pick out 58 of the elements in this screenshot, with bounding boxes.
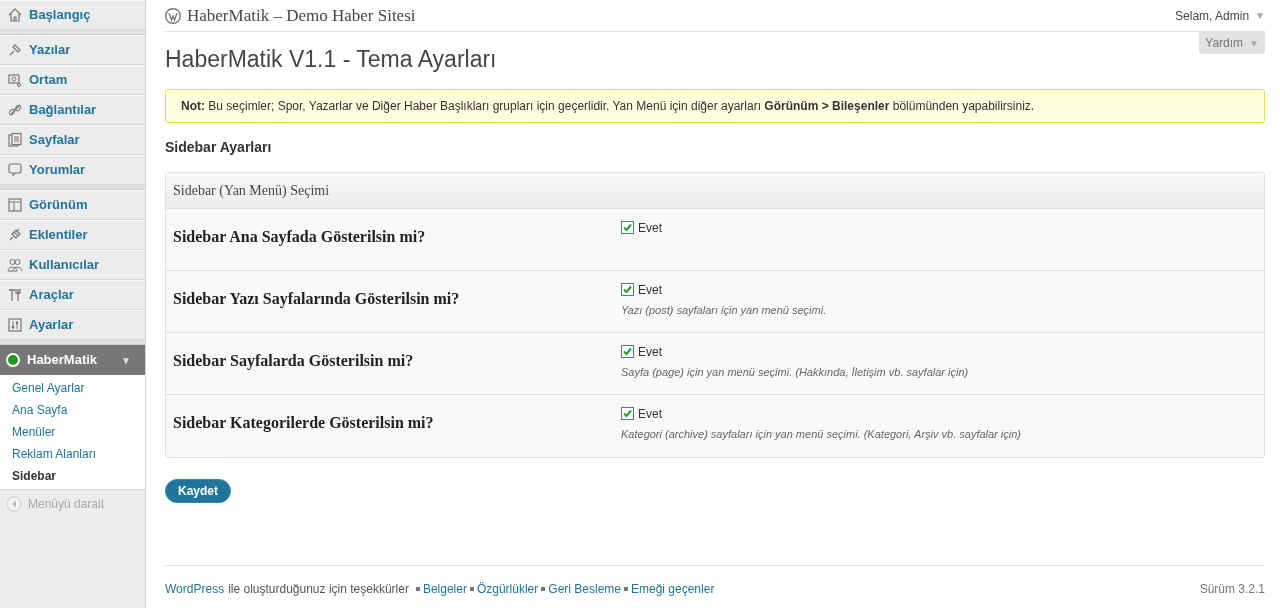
checkbox[interactable] <box>621 221 634 234</box>
site-title[interactable]: HaberMatik – Demo Haber Sitesi <box>187 2 416 29</box>
checkbox-option[interactable]: Evet <box>621 218 662 237</box>
setting-label: Sidebar Ana Sayfada Gösterilsin mi? <box>173 226 427 248</box>
submenu-link[interactable]: Ana Sayfa <box>0 399 145 421</box>
current-menu-item[interactable]: HaberMatik ▼ <box>0 345 145 375</box>
version-label: Sürüm 3.2.1 <box>1199 581 1265 598</box>
menu-item[interactable]: Yorumlar <box>0 155 145 185</box>
page-title: HaberMatik V1.1 - Tema Ayarları <box>165 45 497 74</box>
submenu-link[interactable]: Reklam Alanları <box>0 443 145 465</box>
setting-label: Sidebar Sayfalarda Gösterilsin mi? <box>173 350 415 372</box>
home-icon <box>7 7 23 23</box>
chain-link-icon <box>7 102 23 118</box>
settings-icon <box>7 317 23 333</box>
menu-item[interactable]: Yazılar <box>0 35 145 65</box>
submenu-link[interactable]: Menüler <box>0 421 145 443</box>
menu-item[interactable]: Bağlantılar <box>0 95 145 125</box>
pages-icon <box>7 132 23 148</box>
panel-title: Sidebar (Yan Menü) Seçimi <box>166 172 1264 209</box>
caret-icon: ▼ <box>121 352 131 368</box>
checkbox-option[interactable]: Evet <box>621 404 1021 423</box>
footer-link[interactable]: Belgeler <box>422 580 467 598</box>
setting-label: Sidebar Yazı Sayfalarında Gösterilsin mi? <box>173 288 461 310</box>
wordpress-logo-icon <box>165 7 181 24</box>
checkbox-option[interactable]: Evet <box>621 280 827 299</box>
footer-link[interactable]: Emeği geçenler <box>631 580 715 598</box>
speech-bubble-icon <box>7 162 23 178</box>
checkbox[interactable] <box>621 407 634 420</box>
submenu-link[interactable]: Genel Ayarlar <box>0 377 145 399</box>
section-heading: Sidebar Ayarları <box>165 137 273 157</box>
notice-message: Not: Bu seçimler; Spor, Yazarlar ve Diğer Haber Başlıkları grupları için geçerlidir. Yan Menü için diğer ayarları Görünüm > Bileşenler bölümünden yapabilirsiniz. <box>165 88 1265 123</box>
footer-link[interactable]: Geri Besleme <box>548 580 621 598</box>
setting-label: Sidebar Kategorilerde Gösterilsin mi? <box>173 412 435 434</box>
plug-icon <box>7 227 23 243</box>
menu-item[interactable]: Başlangıç <box>0 0 145 30</box>
submenu-link[interactable]: Sidebar <box>0 465 145 487</box>
menu-item[interactable]: Eklentiler <box>0 220 145 250</box>
footer-link[interactable]: Özgürlükler <box>476 580 539 598</box>
setting-description: Kategori (archive) sayfaları için yan menü seçimi. (Kategori, Arşiv vb. sayfalar için) <box>621 426 1021 442</box>
setting-description: Yazı (post) sayfaları için yan menü seçimi. <box>621 302 827 318</box>
menu-item[interactable]: Araçlar <box>0 280 145 310</box>
menu-item[interactable]: Sayfalar <box>0 125 145 155</box>
menu-item[interactable]: Görünüm <box>0 190 145 220</box>
layout-icon <box>7 197 23 213</box>
help-button[interactable]: Yardım ▼ <box>1199 32 1265 54</box>
menu-item[interactable]: Kullanıcılar <box>0 250 145 280</box>
menu-item[interactable]: Ayarlar <box>0 310 145 340</box>
footer-link[interactable]: WordPress <box>165 580 225 598</box>
tools-icon <box>7 287 23 303</box>
checkbox-option[interactable]: Evet <box>621 342 969 361</box>
user-menu[interactable]: Selam, Admin ▼ <box>1175 6 1265 25</box>
checkbox[interactable] <box>621 345 634 358</box>
footer-text: ile oluşturduğunuz için teşekkürler <box>228 581 409 598</box>
checkbox[interactable] <box>621 283 634 296</box>
people-icon <box>7 257 23 273</box>
menu-item[interactable]: Ortam <box>0 65 145 95</box>
save-button[interactable]: Kaydet <box>165 478 231 503</box>
setting-description: Sayfa (page) için yan menü seçimi. (Hakkında, İletişim vb. sayfalar için) <box>621 364 969 380</box>
